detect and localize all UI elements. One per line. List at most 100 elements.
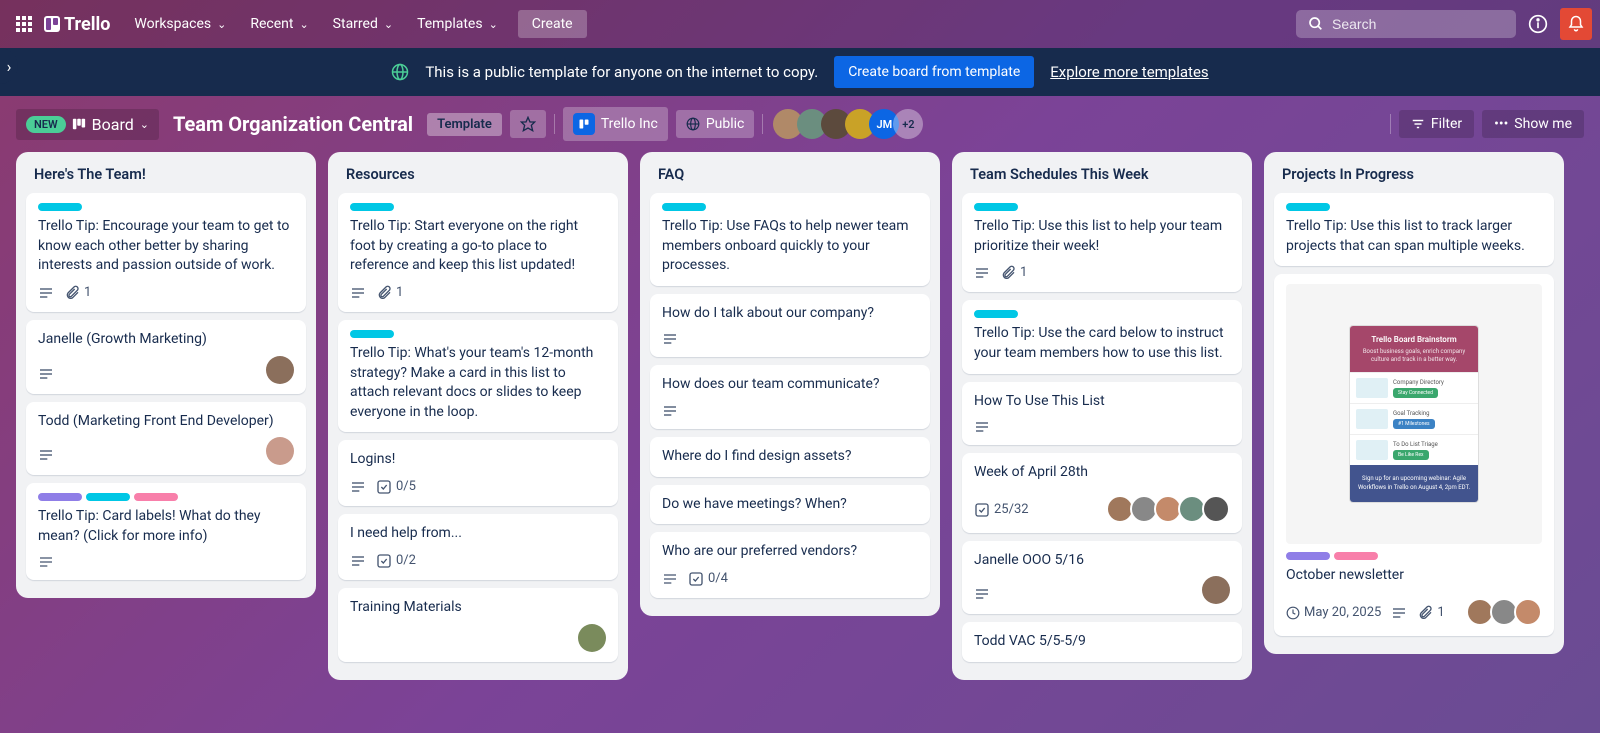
card[interactable]: Who are our preferred vendors?0/4 — [650, 532, 930, 598]
card-labels[interactable] — [1286, 203, 1542, 211]
label-cyan[interactable] — [350, 203, 394, 211]
view-switcher[interactable]: NEW Board ⌄ — [16, 109, 159, 140]
card[interactable]: Trello Tip: Start everyone on the right … — [338, 193, 618, 312]
show-menu-button[interactable]: ••• Show me — [1482, 110, 1584, 138]
description-badge-icon — [974, 586, 990, 602]
card[interactable]: Week of April 28th25/32 — [962, 453, 1242, 533]
card-title: Logins! — [350, 450, 606, 470]
card[interactable]: Where do I find design assets? — [650, 437, 930, 477]
card[interactable]: Janelle OOO 5/16 — [962, 541, 1242, 615]
label-pink[interactable] — [1334, 552, 1378, 560]
info-button[interactable] — [1522, 8, 1554, 40]
top-nav: Trello Workspaces⌄ Recent⌄ Starred⌄ Temp… — [0, 0, 1600, 48]
card[interactable]: I need help from...0/2 — [338, 514, 618, 580]
label-purple[interactable] — [38, 493, 82, 501]
list-title[interactable]: Resources — [338, 162, 618, 193]
avatar[interactable] — [578, 624, 606, 652]
card[interactable]: Trello Tip: Use this list to track large… — [1274, 193, 1554, 266]
board-canvas[interactable]: Here's The Team!Trello Tip: Encourage yo… — [0, 152, 1600, 733]
search-box[interactable] — [1296, 10, 1516, 38]
card[interactable]: Trello Tip: Use this list to help your t… — [962, 193, 1242, 292]
list-title[interactable]: Projects In Progress — [1274, 162, 1554, 193]
card-title: Who are our preferred vendors? — [662, 542, 918, 562]
card[interactable]: Trello Tip: Encourage your team to get t… — [26, 193, 306, 312]
label-cyan[interactable] — [38, 203, 82, 211]
card[interactable]: How To Use This List — [962, 382, 1242, 446]
card-labels[interactable] — [974, 310, 1230, 318]
list-title[interactable]: Team Schedules This Week — [962, 162, 1242, 193]
list-title[interactable]: FAQ — [650, 162, 930, 193]
label-cyan[interactable] — [662, 203, 706, 211]
card[interactable]: Trello Tip: What's your team's 12-month … — [338, 320, 618, 432]
card[interactable]: Trello Board BrainstormBoost business go… — [1274, 274, 1554, 636]
card[interactable]: Trello Tip: Use FAQs to help newer team … — [650, 193, 930, 286]
card-labels[interactable] — [662, 203, 918, 211]
notifications-button[interactable] — [1560, 8, 1592, 40]
card[interactable]: Todd (Marketing Front End Developer) — [26, 402, 306, 476]
filter-icon — [1411, 117, 1425, 131]
checklist-badge: 0/5 — [376, 478, 416, 496]
card-title: Trello Tip: Use this list to help your t… — [974, 217, 1230, 256]
star-button[interactable] — [510, 110, 546, 138]
avatar[interactable] — [1514, 598, 1542, 626]
label-cyan[interactable] — [350, 330, 394, 338]
label-pink[interactable] — [134, 493, 178, 501]
description-badge-icon — [38, 554, 54, 570]
card-labels[interactable] — [350, 203, 606, 211]
banner-text: This is a public template for anyone on … — [425, 63, 818, 81]
card[interactable]: Do we have meetings? When? — [650, 485, 930, 525]
description-badge-icon — [350, 553, 366, 569]
card-title: Janelle (Growth Marketing) — [38, 330, 294, 350]
list: ResourcesTrello Tip: Start everyone on t… — [328, 152, 628, 680]
divider — [1390, 114, 1391, 134]
board-title[interactable]: Team Organization Central — [173, 112, 413, 136]
trello-icon — [573, 113, 595, 135]
visibility-button[interactable]: Public — [676, 110, 755, 138]
card[interactable]: Trello Tip: Use the card below to instru… — [962, 300, 1242, 373]
card[interactable]: Todd VAC 5/5-5/9 — [962, 622, 1242, 662]
description-badge-icon — [662, 331, 678, 347]
card-title: How does our team communicate? — [662, 375, 918, 395]
avatar[interactable] — [1202, 495, 1230, 523]
trello-logo[interactable]: Trello — [44, 14, 110, 35]
apps-menu-icon[interactable] — [8, 8, 40, 40]
template-banner: This is a public template for anyone on … — [0, 48, 1600, 96]
list-title[interactable]: Here's The Team! — [26, 162, 306, 193]
label-cyan[interactable] — [974, 310, 1018, 318]
card[interactable]: Logins! 0/5 — [338, 440, 618, 506]
card[interactable]: How do I talk about our company? — [650, 294, 930, 358]
card-labels[interactable] — [38, 203, 294, 211]
chevron-down-icon: ⌄ — [217, 18, 226, 31]
description-badge-icon — [1391, 605, 1407, 621]
avatar-more[interactable]: +2 — [893, 109, 923, 139]
create-button[interactable]: Create — [518, 10, 587, 38]
avatar[interactable] — [266, 437, 294, 465]
label-cyan[interactable] — [1286, 203, 1330, 211]
card[interactable]: How does our team communicate? — [650, 365, 930, 429]
card-labels[interactable] — [350, 330, 606, 338]
search-input[interactable] — [1332, 16, 1513, 32]
nav-workspaces[interactable]: Workspaces⌄ — [122, 10, 238, 38]
card-title: I need help from... — [350, 524, 606, 544]
board-members[interactable]: JM +2 — [779, 109, 923, 139]
card-labels[interactable] — [38, 493, 294, 501]
explore-templates-link[interactable]: Explore more templates — [1050, 63, 1208, 81]
nav-templates[interactable]: Templates⌄ — [405, 10, 510, 38]
card[interactable]: Trello Tip: Card labels! What do they me… — [26, 483, 306, 580]
label-purple[interactable] — [1286, 552, 1330, 560]
avatar[interactable] — [266, 356, 294, 384]
workspace-button[interactable]: Trello Inc — [563, 107, 668, 141]
search-icon — [1308, 16, 1324, 32]
card[interactable]: Janelle (Growth Marketing) — [26, 320, 306, 394]
filter-button[interactable]: Filter — [1399, 110, 1474, 138]
card-labels[interactable] — [974, 203, 1230, 211]
card-labels[interactable] — [1286, 552, 1542, 560]
nav-starred[interactable]: Starred⌄ — [321, 10, 405, 38]
nav-recent[interactable]: Recent⌄ — [238, 10, 320, 38]
label-cyan[interactable] — [974, 203, 1018, 211]
create-from-template-button[interactable]: Create board from template — [834, 56, 1034, 88]
card[interactable]: Training Materials — [338, 588, 618, 662]
avatar[interactable] — [1202, 576, 1230, 604]
label-cyan[interactable] — [86, 493, 130, 501]
description-badge-icon — [662, 403, 678, 419]
